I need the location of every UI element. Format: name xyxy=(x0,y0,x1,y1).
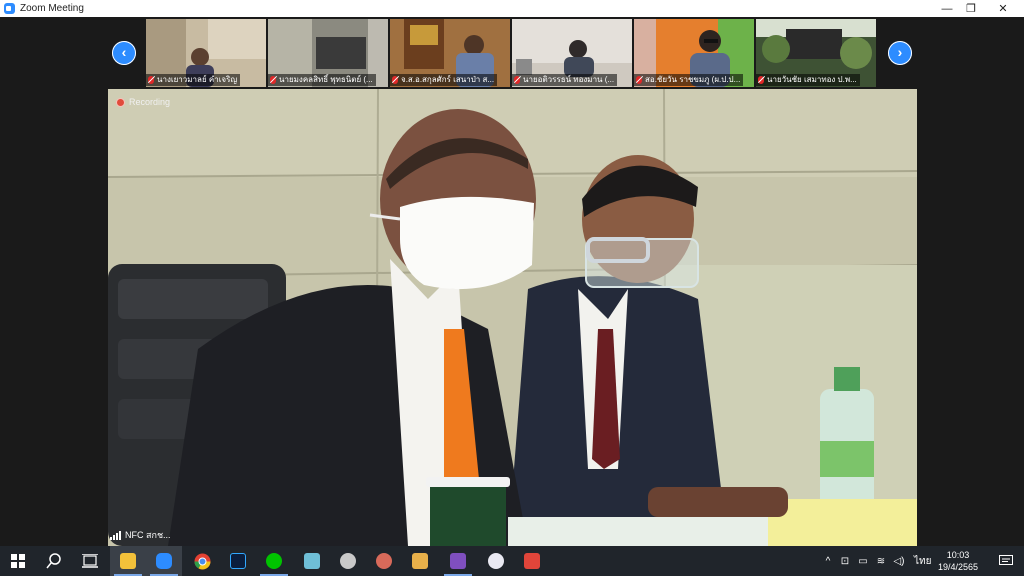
participant-name-label: นายมงคลสิทธิ์ พุทธนิตย์ (... xyxy=(268,74,376,86)
anydesk-icon[interactable] xyxy=(514,546,550,576)
system-tray: ^ ⊡ ▭ ≋ ◁) ไทย xyxy=(820,546,932,576)
zoom-logo-icon xyxy=(4,3,15,14)
participant-tile[interactable]: จ.ส.อ.สกุลศักร์ เสนาป่า ส... xyxy=(390,19,510,87)
muted-mic-icon xyxy=(270,76,276,84)
participant-name-label: นายวันชัย เสมาทอง ป.พ... xyxy=(756,74,860,86)
muted-mic-icon xyxy=(758,76,764,84)
chrome-icon[interactable] xyxy=(184,546,220,576)
gallery-prev-button[interactable]: ‹ xyxy=(112,41,136,65)
windows-taskbar: ^ ⊡ ▭ ≋ ◁) ไทย 10:03 19/4/2565 xyxy=(0,546,1024,576)
volume-icon[interactable]: ◁) xyxy=(890,556,908,567)
recording-label: Recording xyxy=(129,97,171,107)
speaker-name-label: NFC สกช... xyxy=(110,528,171,542)
windows-start-icon[interactable] xyxy=(0,546,36,576)
itunes-icon[interactable] xyxy=(478,546,514,576)
photoshop-icon[interactable] xyxy=(220,546,256,576)
recording-dot-icon xyxy=(116,97,125,107)
participant-tile[interactable]: สอ.ชัยวัน ราชขมภู (ผ.ป.ป... xyxy=(634,19,754,87)
window-title-bar: Zoom Meeting — ❐ ✕ xyxy=(0,0,1024,17)
input-language-indicator[interactable]: ไทย xyxy=(914,554,931,569)
notes-app-icon[interactable] xyxy=(294,546,330,576)
visual-studio-icon[interactable] xyxy=(440,546,476,576)
notification-center-icon[interactable] xyxy=(988,546,1024,576)
task-view-icon[interactable] xyxy=(72,546,108,576)
wifi-icon[interactable]: ≋ xyxy=(872,556,890,567)
meeting-area: ‹ นางเยาวมาลย์ คำเจริญ นายมงคลสิทธิ์ พุท… xyxy=(0,17,1024,546)
clock-date: 19/4/2565 xyxy=(937,562,979,572)
line-app-icon[interactable] xyxy=(256,546,292,576)
map-app-icon[interactable] xyxy=(366,546,402,576)
participant-name-label: สอ.ชัยวัน ราชขมภู (ผ.ป.ป... xyxy=(634,74,744,86)
participant-tile[interactable]: นางเยาวมาลย์ คำเจริญ xyxy=(146,19,266,87)
gallery-next-button[interactable]: › xyxy=(888,41,912,65)
speaker-video-frame xyxy=(108,89,917,546)
muted-mic-icon xyxy=(636,76,642,84)
close-button[interactable]: ✕ xyxy=(980,0,1024,17)
window-title: Zoom Meeting xyxy=(20,3,84,14)
participant-name-label: นางเยาวมาลย์ คำเจริญ xyxy=(146,74,241,86)
show-hidden-icons-icon[interactable]: ^ xyxy=(820,556,836,567)
muted-mic-icon xyxy=(392,76,398,84)
recording-indicator[interactable]: Recording xyxy=(116,97,170,107)
active-speaker-video: Recording NFC สกช... xyxy=(108,89,917,546)
muted-mic-icon xyxy=(514,76,520,84)
file-explorer-icon[interactable] xyxy=(110,546,146,576)
participant-gallery-strip: ‹ นางเยาวมาลย์ คำเจริญ นายมงคลสิทธิ์ พุท… xyxy=(0,17,1024,89)
battery-icon[interactable]: ▭ xyxy=(854,556,872,567)
clock-time: 10:03 xyxy=(946,550,970,560)
signal-strength-icon xyxy=(110,530,122,540)
search-icon[interactable] xyxy=(36,546,72,576)
network-icon[interactable]: ⊡ xyxy=(836,556,854,567)
participant-tile[interactable]: นายวันชัย เสมาทอง ป.พ... xyxy=(756,19,876,87)
messenger-app-icon[interactable] xyxy=(330,546,366,576)
taskbar-clock[interactable]: 10:03 19/4/2565 xyxy=(934,549,982,573)
muted-mic-icon xyxy=(148,76,154,84)
participant-name-label: นายอติวรรธน์ ทองมาน (... xyxy=(512,74,618,86)
zoom-app-icon[interactable] xyxy=(146,546,182,576)
participant-tile[interactable]: นายมงคลสิทธิ์ พุทธนิตย์ (... xyxy=(268,19,388,87)
participant-tile[interactable]: นายอติวรรธน์ ทองมาน (... xyxy=(512,19,632,87)
participant-name-label: จ.ส.อ.สกุลศักร์ เสนาป่า ส... xyxy=(390,74,498,86)
document-app-icon[interactable] xyxy=(402,546,438,576)
